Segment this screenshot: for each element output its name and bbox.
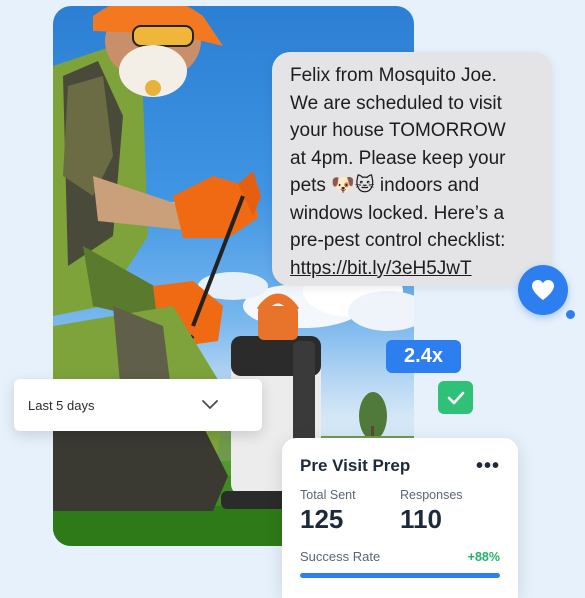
more-horizontal-icon[interactable]: ••• (476, 456, 500, 476)
success-rate-row: Success Rate +88% (300, 549, 500, 564)
success-rate-bar (300, 573, 500, 578)
total-sent-value: 125 (300, 504, 344, 534)
card-header: Pre Visit Prep ••• (300, 456, 500, 476)
responses-value: 110 (400, 504, 442, 534)
date-range-value: Last 5 days (28, 397, 95, 413)
stats-row: Total Sent 125 Responses 110 (300, 488, 500, 535)
responses-stat: Responses 110 (400, 488, 500, 535)
success-rate-label: Success Rate (300, 549, 381, 564)
check-icon (447, 391, 464, 404)
card-title: Pre Visit Prep (300, 456, 411, 475)
heart-reaction-badge (518, 265, 568, 315)
success-check-badge (438, 381, 473, 414)
success-rate-bar-fill (300, 573, 500, 578)
multiplier-badge: 2.4x (386, 340, 461, 373)
checklist-link[interactable]: https://bit.ly/3eH5JwT (290, 255, 538, 283)
responses-label: Responses (400, 488, 463, 502)
heart-badge-tail-dot (566, 310, 575, 319)
date-range-dropdown[interactable]: Last 5 days (14, 379, 262, 431)
success-rate-value: +88% (467, 549, 500, 564)
sms-message-bubble: Felix from Mosquito Joe. We are schedule… (272, 52, 552, 286)
chevron-down-icon[interactable] (202, 400, 218, 410)
total-sent-label: Total Sent (300, 488, 356, 502)
sms-message-text: Felix from Mosquito Joe. We are schedule… (290, 65, 506, 251)
marketing-composition: Felix from Mosquito Joe. We are schedule… (0, 0, 585, 598)
total-sent-stat: Total Sent 125 (300, 488, 400, 535)
pre-visit-prep-card: Pre Visit Prep ••• Total Sent 125 Respon… (282, 438, 518, 598)
heart-icon (532, 280, 554, 300)
